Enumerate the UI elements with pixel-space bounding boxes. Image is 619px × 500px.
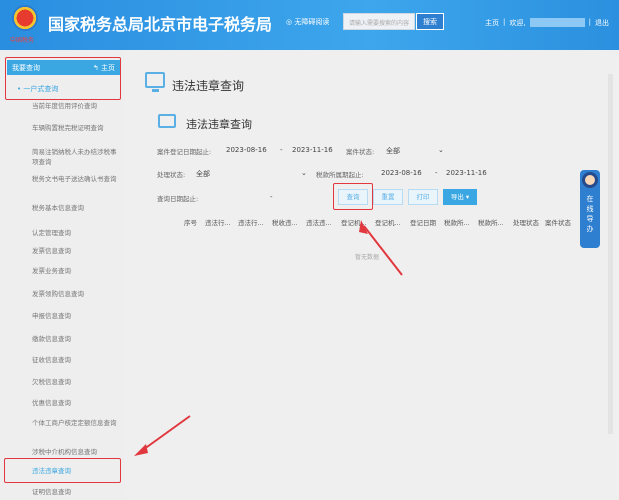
chevron-down-icon: ⌄: [301, 169, 307, 177]
highlight-box-menu: [5, 57, 121, 100]
case-date-to-input[interactable]: 2023-11-16: [292, 146, 333, 154]
column-header[interactable]: 序号: [184, 217, 197, 227]
case-status-select[interactable]: 全部 ⌄: [386, 146, 446, 156]
highlight-box-menu-item: [4, 458, 121, 483]
online-guide-label: 在线导办: [586, 195, 594, 233]
column-header[interactable]: 违法行...: [238, 217, 264, 227]
sidebar-item[interactable]: 缴款信息查询: [32, 334, 117, 344]
accessibility-label: 无障碍阅读: [294, 18, 330, 26]
sidebar-item[interactable]: 简易注销纳税人未办结涉税事项查询: [32, 147, 117, 167]
empty-table-message: 暂无数据: [355, 254, 380, 261]
handle-status-value: 全部: [196, 170, 210, 178]
sidebar-item[interactable]: 当前年度信用评价查询: [32, 101, 117, 111]
column-header[interactable]: 违法行...: [205, 217, 231, 227]
print-button[interactable]: 打印: [408, 189, 438, 205]
date-dash: -: [270, 193, 273, 201]
export-label: 导出: [450, 193, 464, 201]
online-guide-button[interactable]: 在线导办: [580, 170, 600, 248]
tax-period-label: 税款所属期起止:: [316, 171, 364, 179]
emblem-text: 中国税务: [10, 37, 35, 44]
site-title: 国家税务总局北京市电子税务局: [48, 15, 273, 34]
case-date-from-input[interactable]: 2023-08-16: [226, 146, 267, 154]
avatar-icon: [582, 172, 598, 188]
column-header[interactable]: 税款所...: [444, 217, 470, 227]
column-header[interactable]: 登记机...: [375, 217, 401, 227]
sidebar-item[interactable]: 税务文书电子送达确认书查询: [32, 174, 117, 184]
date-dash: -: [280, 146, 283, 154]
handle-status-select[interactable]: 全部 ⌄: [196, 169, 308, 179]
handle-status-label: 处理状态:: [157, 171, 186, 179]
arrow-to-query-button: [363, 225, 403, 276]
chevron-down-icon: ⌄: [438, 146, 444, 154]
sidebar-item[interactable]: 车辆购置税完税证明查询: [32, 123, 117, 133]
case-status-label: 案件状态:: [346, 148, 375, 156]
sidebar-item[interactable]: 申报信息查询: [32, 311, 117, 321]
sidebar-item[interactable]: 税务基本信息查询: [32, 203, 117, 213]
header: 中国税务 国家税务总局北京市电子税务局 ◎ 无障碍阅读 请输入需要搜索的内容 搜…: [0, 0, 619, 50]
caret-down-icon: ▾: [465, 193, 470, 201]
tax-period-to-input[interactable]: 2023-11-16: [446, 169, 487, 177]
section-title: 违法违章查询: [186, 118, 252, 131]
sidebar-item[interactable]: 欠税信息查询: [32, 377, 117, 387]
sidebar-item[interactable]: 发票领购信息查询: [32, 289, 117, 299]
export-button[interactable]: 导出 ▾: [443, 189, 477, 205]
case-date-label: 案件登记日期起止:: [157, 148, 212, 156]
top-links: 主页 | 欢迎, | 退出: [485, 18, 609, 28]
column-header[interactable]: 税款所...: [478, 217, 504, 227]
reset-button[interactable]: 重置: [373, 189, 403, 205]
sidebar-item[interactable]: 个体工商户核定定额信息查询: [32, 418, 117, 428]
arrow-head: [134, 444, 148, 456]
tax-emblem-logo: [12, 5, 38, 31]
query-date-label: 查询日期起止:: [157, 195, 199, 203]
column-header[interactable]: 处理状态: [513, 217, 539, 227]
home-link[interactable]: 主页: [485, 18, 499, 28]
column-header[interactable]: 登记日期: [410, 217, 436, 227]
column-header[interactable]: 税收违...: [272, 217, 298, 227]
sidebar-item[interactable]: 涉税中介机构信息查询: [32, 447, 117, 457]
sidebar-item[interactable]: 征收信息查询: [32, 355, 117, 365]
sidebar-item[interactable]: 发票信息查询: [32, 246, 117, 256]
search-button[interactable]: 搜索: [416, 13, 444, 30]
scrollbar[interactable]: [606, 62, 615, 447]
separator: |: [588, 18, 591, 26]
arrow-to-menu-item: [139, 415, 191, 453]
welcome-text: 欢迎,: [509, 19, 526, 27]
case-status-value: 全部: [386, 147, 400, 155]
username-redacted: [529, 18, 585, 27]
scrollbar-thumb[interactable]: [608, 74, 613, 434]
logout-link[interactable]: 退出: [595, 18, 609, 28]
search-input[interactable]: 请输入需要搜索的内容: [343, 13, 415, 30]
column-header[interactable]: 违法违...: [306, 217, 332, 227]
column-header[interactable]: 登记机...: [341, 217, 367, 227]
sidebar-item[interactable]: 认定管理查询: [32, 228, 117, 238]
monitor-icon: [145, 72, 165, 92]
page-title: 违法违章查询: [172, 79, 245, 93]
tax-period-from-input[interactable]: 2023-08-16: [381, 169, 422, 177]
monitor-icon: [158, 114, 176, 128]
sidebar-item[interactable]: 优惠信息查询: [32, 398, 117, 408]
highlight-box-query: [333, 183, 373, 210]
separator: |: [503, 18, 506, 26]
sidebar-item[interactable]: 证明信息查询: [32, 487, 117, 497]
accessibility-link[interactable]: ◎ 无障碍阅读: [286, 17, 329, 27]
date-dash: -: [435, 169, 438, 177]
sidebar-item[interactable]: 发票业务查询: [32, 266, 117, 276]
column-header[interactable]: 案件状态: [545, 217, 571, 227]
